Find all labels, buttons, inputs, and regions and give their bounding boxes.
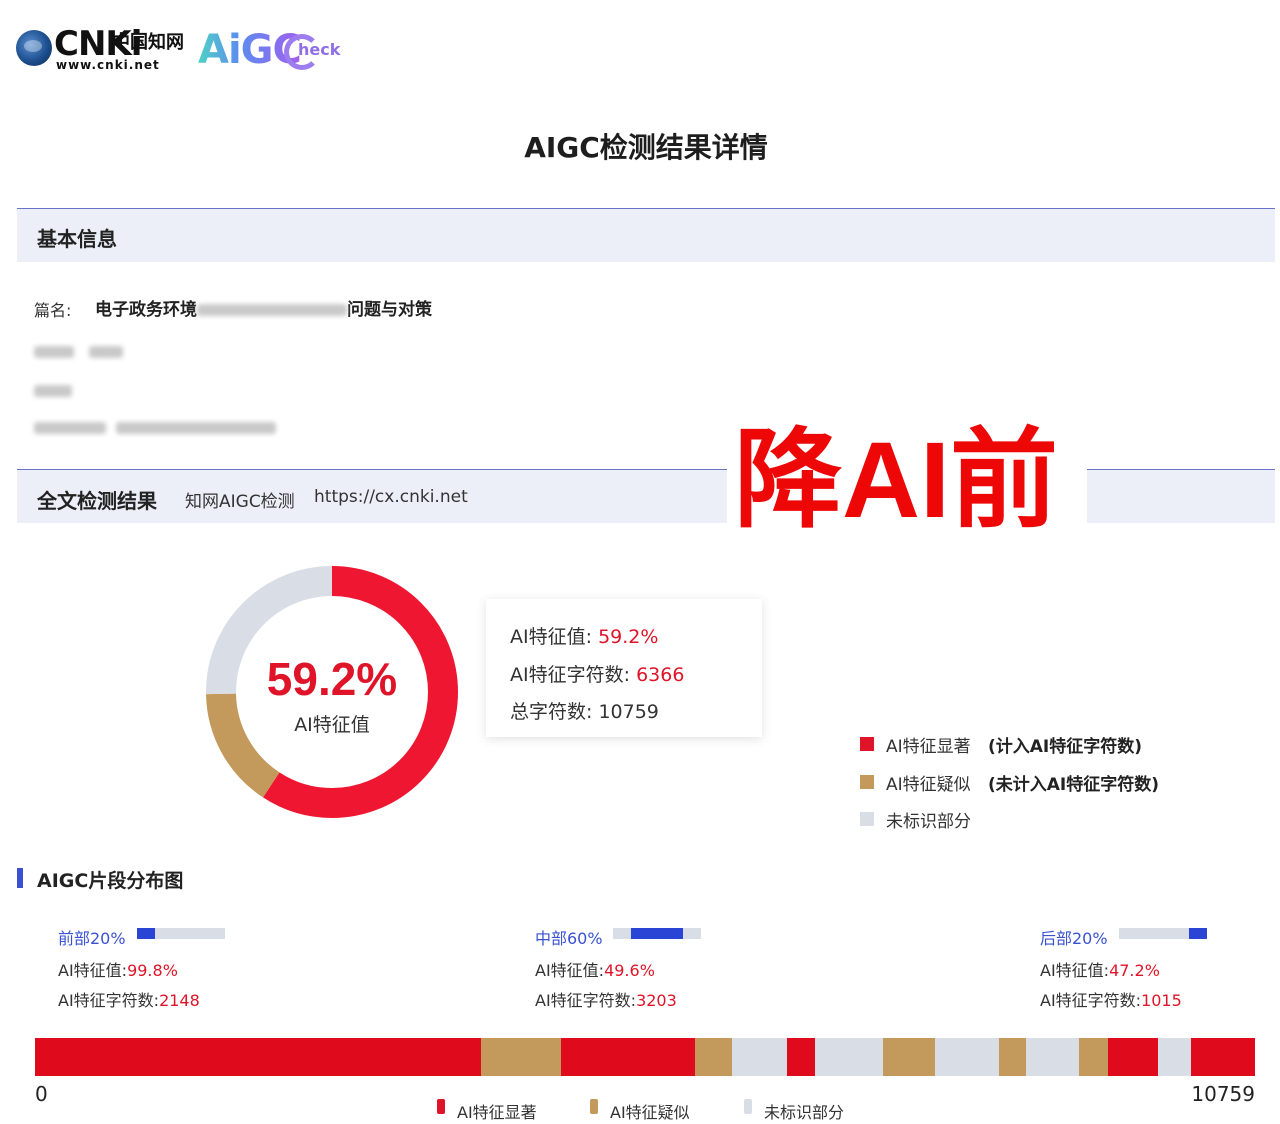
stat-total-chars: 总字符数: 10759 xyxy=(510,697,659,724)
segment-back-value-label: AI特征值: xyxy=(1040,961,1110,980)
legend-suspected-note: (未计入AI特征字符数) xyxy=(988,775,1160,795)
full-result-heading: 全文检测结果 xyxy=(37,489,157,513)
distribution-block-suspected xyxy=(999,1038,1027,1076)
segment-back-value-number: 47.2% xyxy=(1109,961,1160,980)
segment-front-name: 前部20% xyxy=(58,929,126,948)
segment-back-position-bar xyxy=(1119,928,1207,939)
segment-front-position-bar xyxy=(137,928,225,939)
legend-significant-note: (计入AI特征字符数) xyxy=(988,737,1143,757)
redacted-author-row xyxy=(34,341,124,360)
segment-back-chars: AI特征字符数:1015 xyxy=(1040,987,1182,1011)
segment-middle-position-bar xyxy=(613,928,701,939)
bottom-legend-suspected-swatch xyxy=(590,1099,598,1114)
stat-ai-value-label: AI特征值: xyxy=(510,626,593,648)
before-ai-reduction-stamp: 降AI前 xyxy=(734,419,1059,540)
distribution-block-unmarked xyxy=(1026,1038,1079,1076)
stat-ai-chars: AI特征字符数: 6366 xyxy=(510,660,684,687)
distribution-block-unmarked xyxy=(1157,1038,1191,1076)
segment-front-value-label: AI特征值: xyxy=(58,961,128,980)
paper-title: 电子政务环境 问题与对策 xyxy=(95,295,432,320)
distribution-block-significant xyxy=(560,1038,695,1076)
segment-back-chars-number: 1015 xyxy=(1141,991,1182,1010)
segment-middle-value-number: 49.6% xyxy=(604,961,655,980)
segment-front-value-number: 99.8% xyxy=(127,961,178,980)
distribution-block-suspected xyxy=(882,1038,935,1076)
distribution-heading: AIGC片段分布图 xyxy=(37,870,184,892)
basic-info-heading: 基本信息 xyxy=(37,227,117,251)
distribution-block-significant xyxy=(35,1038,481,1076)
distribution-block-significant xyxy=(787,1038,816,1076)
stat-ai-value-number: 59.2% xyxy=(598,626,659,648)
distribution-block-significant xyxy=(1107,1038,1158,1076)
distribution-block-suspected xyxy=(1078,1038,1108,1076)
bottom-legend-unmarked-swatch xyxy=(744,1099,752,1114)
paper-title-suffix: 问题与对策 xyxy=(347,300,432,320)
segment-back-position-fill xyxy=(1189,928,1207,939)
redacted-time-row xyxy=(34,417,277,436)
segment-front-position-fill xyxy=(137,928,155,939)
legend-suspected-label: AI特征疑似 xyxy=(886,775,971,795)
redacted-title-part xyxy=(197,304,347,316)
title-label: 篇名: xyxy=(34,301,72,320)
segment-front-chars-label: AI特征字符数: xyxy=(58,991,160,1010)
segment-back-value: AI特征值:47.2% xyxy=(1040,957,1160,981)
check-logo-text: heck xyxy=(298,40,341,59)
segment-middle-value: AI特征值:49.6% xyxy=(535,957,655,981)
bottom-legend-significant-label: AI特征显著 xyxy=(457,1103,537,1122)
segment-middle-chars-number: 3203 xyxy=(636,991,677,1010)
cnki-globe-icon xyxy=(16,30,52,66)
bottom-legend-significant-swatch xyxy=(437,1099,445,1114)
segment-middle-position-fill xyxy=(630,928,684,939)
legend-unmarked-swatch xyxy=(860,812,874,826)
axis-start: 0 xyxy=(35,1082,48,1106)
redacted-unit-row xyxy=(34,380,72,399)
donut-percent: 59.2% xyxy=(266,653,398,705)
distribution-block-suspected xyxy=(694,1038,733,1076)
distribution-block-unmarked xyxy=(815,1038,883,1076)
stat-total-chars-label: 总字符数: xyxy=(510,701,593,723)
donut-percent-label: AI特征值 xyxy=(294,714,370,736)
bottom-legend-unmarked-label: 未标识部分 xyxy=(764,1103,845,1122)
segment-back-name: 后部20% xyxy=(1040,929,1108,948)
stat-total-chars-number: 10759 xyxy=(598,701,659,723)
segment-front-chars-number: 2148 xyxy=(159,991,200,1010)
distribution-block-suspected xyxy=(480,1038,561,1076)
stat-ai-chars-number: 6366 xyxy=(636,664,685,686)
segment-middle-chars-label: AI特征字符数: xyxy=(535,991,637,1010)
full-result-url[interactable]: https://cx.cnki.net xyxy=(314,487,468,507)
segment-front-chars: AI特征字符数:2148 xyxy=(58,987,200,1011)
stat-ai-chars-label: AI特征字符数: xyxy=(510,664,631,686)
legend-significant-label: AI特征显著 xyxy=(886,737,971,757)
segment-back-chars-label: AI特征字符数: xyxy=(1040,991,1142,1010)
legend-unmarked-label: 未标识部分 xyxy=(886,812,971,832)
paper-title-prefix: 电子政务环境 xyxy=(95,300,197,320)
legend-suspected-swatch xyxy=(860,775,874,789)
segment-middle-chars: AI特征字符数:3203 xyxy=(535,987,677,1011)
cnki-logo-chinese: 中国知网 xyxy=(112,32,184,53)
distribution-block-unmarked xyxy=(934,1038,1000,1076)
segment-middle-name: 中部60% xyxy=(535,929,603,948)
page-title: AIGC检测结果详情 xyxy=(524,131,768,164)
segment-middle-value-label: AI特征值: xyxy=(535,961,605,980)
stat-ai-value: AI特征值: 59.2% xyxy=(510,622,658,649)
distribution-block-unmarked xyxy=(732,1038,788,1076)
legend-significant-swatch xyxy=(860,737,874,751)
full-result-source: 知网AIGC检测 xyxy=(185,492,295,512)
basic-info-header: 基本信息 xyxy=(17,208,1275,262)
cnki-logo-url: www.cnki.net xyxy=(56,58,160,72)
aigc-distribution-bar xyxy=(35,1038,1255,1076)
bottom-legend-suspected-label: AI特征疑似 xyxy=(610,1103,690,1122)
axis-end: 10759 xyxy=(1191,1082,1255,1106)
segment-front-value: AI特征值:99.8% xyxy=(58,957,178,981)
distribution-block-significant xyxy=(1190,1038,1255,1076)
distribution-accent-bar xyxy=(17,868,23,888)
